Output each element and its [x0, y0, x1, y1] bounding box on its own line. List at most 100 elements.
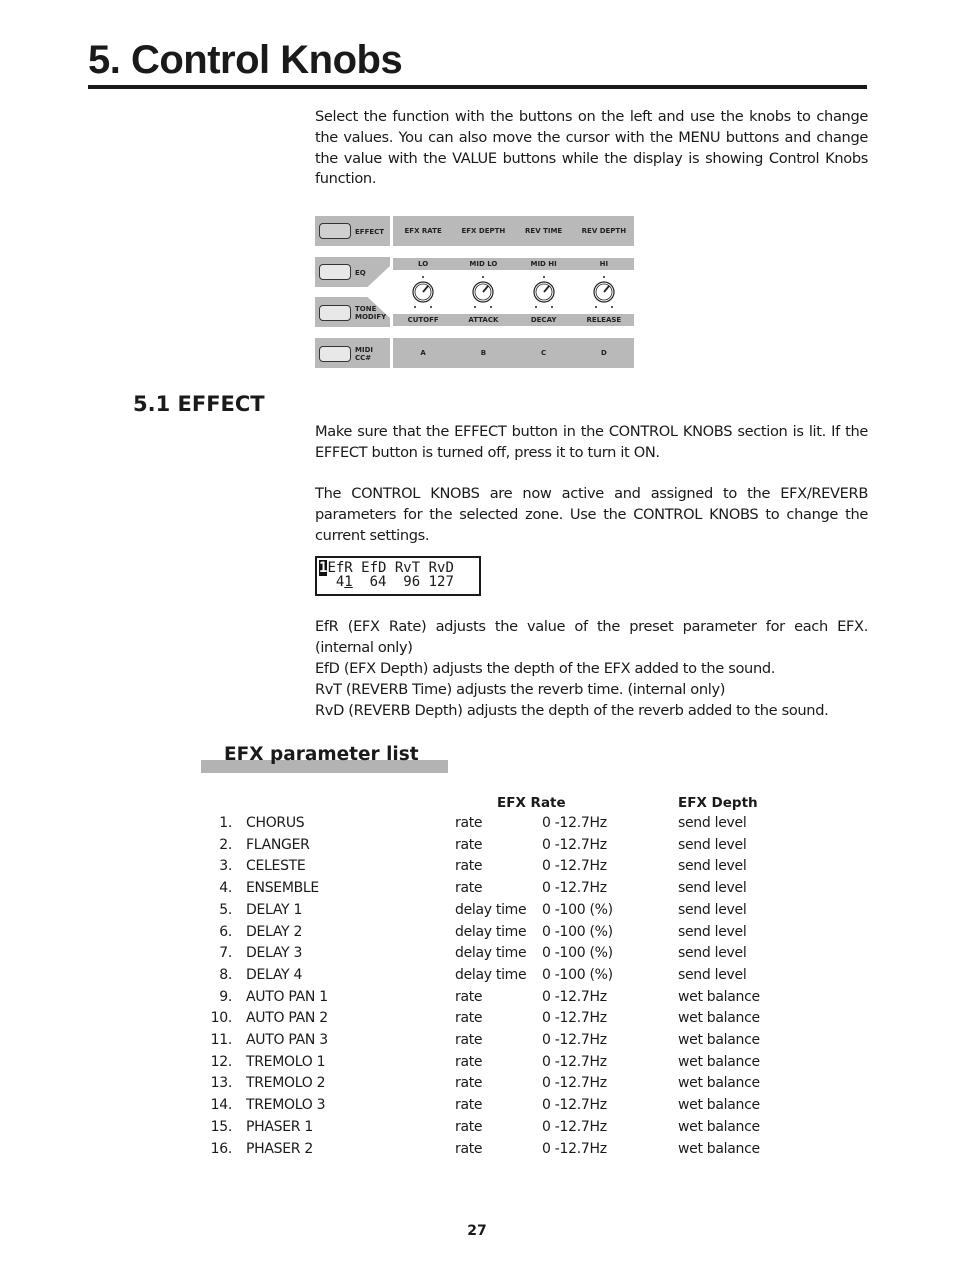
table-row: 8. DELAY 4 delay time 0 -100 (%) send level	[0, 967, 954, 989]
row-number: 16.	[210, 1140, 233, 1157]
desc-rvd: RvD (REVERB Depth) adjusts the depth of …	[315, 702, 829, 719]
table-row: 5. DELAY 1 delay time 0 -100 (%) send level	[0, 902, 954, 924]
row-number: 13.	[210, 1075, 233, 1092]
depth-param: send level	[678, 858, 747, 875]
row-number: 2.	[219, 836, 232, 853]
row-number: 15.	[210, 1118, 233, 1135]
depth-param: wet balance	[678, 1118, 760, 1135]
rate-param: rate	[455, 1075, 483, 1092]
row-number: 3.	[219, 858, 232, 875]
section-paragraph-1: Make sure that the EFFECT button in the …	[315, 423, 868, 461]
rate-range: 0 -12.7Hz	[542, 1097, 607, 1114]
depth-param: send level	[678, 923, 747, 940]
eq-row-label: HI	[599, 260, 609, 268]
lcd-values-prefix: 4	[319, 574, 345, 590]
row-number: 5.	[219, 901, 232, 918]
table-row: 1. CHORUS rate 0 -12.7Hz send level	[0, 815, 954, 837]
effect-name: FLANGER	[246, 836, 310, 853]
effect-name: DELAY 2	[246, 923, 303, 940]
rate-param: rate	[455, 880, 483, 897]
tone-label-line1: TONE	[355, 305, 377, 313]
knob-1[interactable]	[408, 273, 438, 311]
tone-row-label: RELEASE	[586, 316, 622, 324]
row-number: 9.	[219, 988, 232, 1005]
knob-2[interactable]	[468, 273, 498, 311]
desc-rvt: RvT (REVERB Time) adjusts the reverb tim…	[315, 681, 726, 698]
depth-param: send level	[678, 880, 747, 897]
depth-param: send level	[678, 836, 747, 853]
midi-row-label: D	[600, 349, 607, 357]
lcd-cursor-digit: 1	[344, 574, 353, 590]
row-number: 4.	[219, 880, 232, 897]
efx-list-heading: EFX parameter list	[224, 744, 419, 765]
table-row: 12. TREMOLO 1 rate 0 -12.7Hz wet balance	[0, 1054, 954, 1076]
effect-name: CELESTE	[246, 858, 306, 875]
section-paragraph-2: The CONTROL KNOBS are now active and ass…	[315, 485, 868, 544]
depth-param: send level	[678, 966, 747, 983]
table-row: 10. AUTO PAN 2 rate 0 -12.7Hz wet balance	[0, 1010, 954, 1032]
tone-row: CUTOFF ATTACK DECAY RELEASE	[393, 314, 634, 326]
rate-range: 0 -100 (%)	[542, 966, 613, 983]
effect-name: DELAY 4	[246, 966, 303, 983]
table-row: 13. TREMOLO 2 rate 0 -12.7Hz wet balance	[0, 1075, 954, 1097]
page-number: 27	[467, 1223, 487, 1239]
rate-range: 0 -12.7Hz	[542, 1075, 607, 1092]
table-row: 3. CELESTE rate 0 -12.7Hz send level	[0, 858, 954, 880]
rate-range: 0 -100 (%)	[542, 945, 613, 962]
row-number: 8.	[219, 966, 232, 983]
row-number: 10.	[210, 1010, 233, 1027]
rate-param: delay time	[455, 966, 527, 983]
eq-button[interactable]	[319, 264, 351, 280]
midi-row-label: A	[420, 349, 426, 357]
effect-name: AUTO PAN 3	[246, 1032, 328, 1048]
depth-param: wet balance	[678, 1075, 760, 1092]
row-number: 11.	[210, 1032, 233, 1048]
tone-row-label: CUTOFF	[407, 316, 439, 324]
lcd-values-rest: 64 96 127	[352, 574, 454, 590]
midi-cc-button[interactable]	[319, 346, 351, 362]
intro-paragraph: Select the function with the buttons on …	[315, 108, 868, 188]
knobs-row	[393, 272, 634, 312]
table-row: 9. AUTO PAN 1 rate 0 -12.7Hz wet balance	[0, 989, 954, 1011]
rate-param: rate	[455, 1053, 483, 1070]
knob-3[interactable]	[529, 273, 559, 311]
tone-modify-button-box: TONE MODIFY	[315, 297, 390, 327]
effect-row-label: EFX DEPTH	[461, 227, 506, 235]
rate-param: rate	[455, 858, 483, 875]
rate-param: rate	[455, 1097, 483, 1114]
tone-modify-button[interactable]	[319, 305, 351, 321]
midi-row-label: B	[480, 349, 487, 357]
row-number: 7.	[219, 945, 232, 962]
eq-row-label: LO	[418, 260, 429, 268]
effect-name: PHASER 1	[246, 1118, 313, 1135]
effect-name: TREMOLO 3	[246, 1097, 326, 1114]
effect-button[interactable]	[319, 223, 351, 239]
midi-row-label: C	[541, 349, 547, 357]
depth-param: send level	[678, 815, 747, 831]
rate-range: 0 -12.7Hz	[542, 1010, 607, 1027]
table-row: 14. TREMOLO 3 rate 0 -12.7Hz wet balance	[0, 1097, 954, 1119]
rate-range: 0 -12.7Hz	[542, 815, 607, 831]
effect-name: AUTO PAN 1	[246, 988, 328, 1005]
tone-row-label: DECAY	[530, 316, 557, 324]
eq-row-label: MID LO	[469, 260, 498, 268]
rate-range: 0 -12.7Hz	[542, 880, 607, 897]
depth-param: wet balance	[678, 1053, 760, 1070]
effect-row-label: REV DEPTH	[581, 227, 627, 235]
eq-row-label: MID HI	[530, 260, 557, 268]
midi-row: A B C D	[393, 338, 634, 368]
desc-efd: EfD (EFX Depth) adjusts the depth of the…	[315, 660, 776, 677]
rate-range: 0 -12.7Hz	[542, 1118, 607, 1135]
rate-range: 0 -12.7Hz	[542, 1140, 607, 1157]
rate-range: 0 -12.7Hz	[542, 858, 607, 875]
tone-label-line2: MODIFY	[355, 313, 387, 321]
title-rule	[88, 85, 867, 89]
knob-4[interactable]	[589, 273, 619, 311]
eq-button-box: EQ	[315, 257, 390, 287]
rate-param: rate	[455, 1118, 483, 1135]
effect-name: PHASER 2	[246, 1140, 313, 1157]
table-row: 7. DELAY 3 delay time 0 -100 (%) send level	[0, 945, 954, 967]
rate-range: 0 -12.7Hz	[542, 1032, 607, 1048]
rate-param: rate	[455, 836, 483, 853]
rate-range: 0 -12.7Hz	[542, 1053, 607, 1070]
